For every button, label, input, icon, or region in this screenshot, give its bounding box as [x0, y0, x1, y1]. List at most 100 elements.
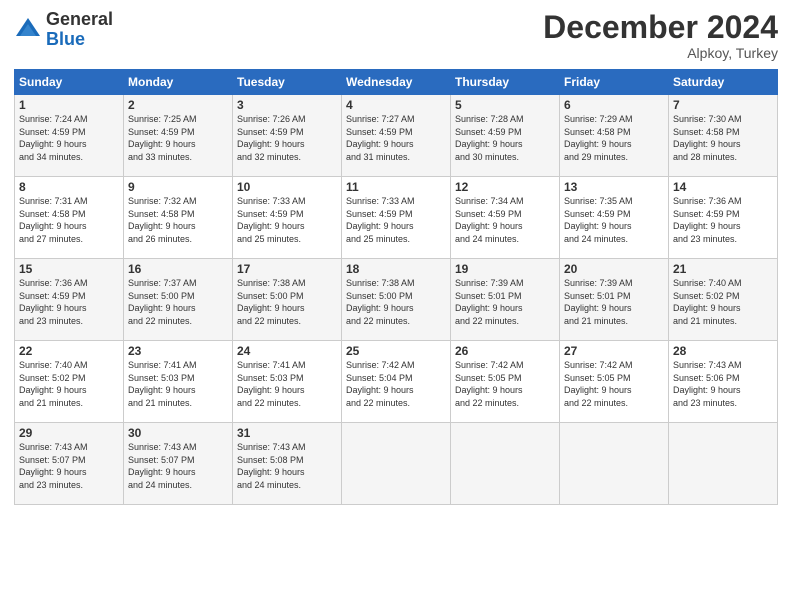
day-info: Sunrise: 7:41 AM Sunset: 5:03 PM Dayligh…: [128, 359, 228, 409]
calendar-cell: 23Sunrise: 7:41 AM Sunset: 5:03 PM Dayli…: [124, 341, 233, 423]
day-info: Sunrise: 7:25 AM Sunset: 4:59 PM Dayligh…: [128, 113, 228, 163]
day-info: Sunrise: 7:28 AM Sunset: 4:59 PM Dayligh…: [455, 113, 555, 163]
calendar-cell: 25Sunrise: 7:42 AM Sunset: 5:04 PM Dayli…: [342, 341, 451, 423]
calendar-body: 1Sunrise: 7:24 AM Sunset: 4:59 PM Daylig…: [15, 95, 778, 505]
day-info: Sunrise: 7:31 AM Sunset: 4:58 PM Dayligh…: [19, 195, 119, 245]
day-info: Sunrise: 7:37 AM Sunset: 5:00 PM Dayligh…: [128, 277, 228, 327]
day-info: Sunrise: 7:26 AM Sunset: 4:59 PM Dayligh…: [237, 113, 337, 163]
header: General Blue December 2024 Alpkoy, Turke…: [14, 10, 778, 61]
calendar-cell: 3Sunrise: 7:26 AM Sunset: 4:59 PM Daylig…: [233, 95, 342, 177]
calendar-header: Sunday Monday Tuesday Wednesday Thursday…: [15, 70, 778, 95]
day-number: 4: [346, 98, 446, 112]
calendar-cell: 9Sunrise: 7:32 AM Sunset: 4:58 PM Daylig…: [124, 177, 233, 259]
day-number: 29: [19, 426, 119, 440]
page: General Blue December 2024 Alpkoy, Turke…: [0, 0, 792, 612]
calendar-cell: [451, 423, 560, 505]
day-number: 17: [237, 262, 337, 276]
day-number: 5: [455, 98, 555, 112]
day-number: 11: [346, 180, 446, 194]
calendar-cell: 28Sunrise: 7:43 AM Sunset: 5:06 PM Dayli…: [669, 341, 778, 423]
day-info: Sunrise: 7:43 AM Sunset: 5:07 PM Dayligh…: [19, 441, 119, 491]
day-number: 19: [455, 262, 555, 276]
day-info: Sunrise: 7:42 AM Sunset: 5:05 PM Dayligh…: [564, 359, 664, 409]
day-info: Sunrise: 7:33 AM Sunset: 4:59 PM Dayligh…: [237, 195, 337, 245]
day-info: Sunrise: 7:32 AM Sunset: 4:58 PM Dayligh…: [128, 195, 228, 245]
calendar-week-2: 8Sunrise: 7:31 AM Sunset: 4:58 PM Daylig…: [15, 177, 778, 259]
day-number: 18: [346, 262, 446, 276]
calendar-cell: 18Sunrise: 7:38 AM Sunset: 5:00 PM Dayli…: [342, 259, 451, 341]
day-number: 13: [564, 180, 664, 194]
calendar-table: Sunday Monday Tuesday Wednesday Thursday…: [14, 69, 778, 505]
calendar-cell: 30Sunrise: 7:43 AM Sunset: 5:07 PM Dayli…: [124, 423, 233, 505]
calendar-week-3: 15Sunrise: 7:36 AM Sunset: 4:59 PM Dayli…: [15, 259, 778, 341]
calendar-cell: 6Sunrise: 7:29 AM Sunset: 4:58 PM Daylig…: [560, 95, 669, 177]
day-number: 26: [455, 344, 555, 358]
calendar-cell: 31Sunrise: 7:43 AM Sunset: 5:08 PM Dayli…: [233, 423, 342, 505]
day-info: Sunrise: 7:42 AM Sunset: 5:04 PM Dayligh…: [346, 359, 446, 409]
location-subtitle: Alpkoy, Turkey: [543, 45, 778, 61]
month-title: December 2024: [543, 10, 778, 45]
calendar-cell: [669, 423, 778, 505]
day-info: Sunrise: 7:39 AM Sunset: 5:01 PM Dayligh…: [564, 277, 664, 327]
day-info: Sunrise: 7:33 AM Sunset: 4:59 PM Dayligh…: [346, 195, 446, 245]
day-number: 15: [19, 262, 119, 276]
day-number: 24: [237, 344, 337, 358]
calendar-cell: 17Sunrise: 7:38 AM Sunset: 5:00 PM Dayli…: [233, 259, 342, 341]
calendar-cell: 12Sunrise: 7:34 AM Sunset: 4:59 PM Dayli…: [451, 177, 560, 259]
day-info: Sunrise: 7:29 AM Sunset: 4:58 PM Dayligh…: [564, 113, 664, 163]
calendar-cell: 14Sunrise: 7:36 AM Sunset: 4:59 PM Dayli…: [669, 177, 778, 259]
day-number: 12: [455, 180, 555, 194]
calendar-cell: 11Sunrise: 7:33 AM Sunset: 4:59 PM Dayli…: [342, 177, 451, 259]
day-number: 9: [128, 180, 228, 194]
calendar-week-4: 22Sunrise: 7:40 AM Sunset: 5:02 PM Dayli…: [15, 341, 778, 423]
day-info: Sunrise: 7:38 AM Sunset: 5:00 PM Dayligh…: [237, 277, 337, 327]
day-info: Sunrise: 7:27 AM Sunset: 4:59 PM Dayligh…: [346, 113, 446, 163]
day-info: Sunrise: 7:43 AM Sunset: 5:07 PM Dayligh…: [128, 441, 228, 491]
day-number: 3: [237, 98, 337, 112]
day-info: Sunrise: 7:35 AM Sunset: 4:59 PM Dayligh…: [564, 195, 664, 245]
logo-icon: [14, 16, 42, 44]
calendar-cell: 16Sunrise: 7:37 AM Sunset: 5:00 PM Dayli…: [124, 259, 233, 341]
col-saturday: Saturday: [669, 70, 778, 95]
calendar-cell: 24Sunrise: 7:41 AM Sunset: 5:03 PM Dayli…: [233, 341, 342, 423]
calendar-cell: 20Sunrise: 7:39 AM Sunset: 5:01 PM Dayli…: [560, 259, 669, 341]
day-info: Sunrise: 7:30 AM Sunset: 4:58 PM Dayligh…: [673, 113, 773, 163]
calendar-cell: 2Sunrise: 7:25 AM Sunset: 4:59 PM Daylig…: [124, 95, 233, 177]
day-info: Sunrise: 7:40 AM Sunset: 5:02 PM Dayligh…: [673, 277, 773, 327]
day-info: Sunrise: 7:40 AM Sunset: 5:02 PM Dayligh…: [19, 359, 119, 409]
day-number: 20: [564, 262, 664, 276]
day-number: 2: [128, 98, 228, 112]
calendar-cell: 26Sunrise: 7:42 AM Sunset: 5:05 PM Dayli…: [451, 341, 560, 423]
calendar-cell: 22Sunrise: 7:40 AM Sunset: 5:02 PM Dayli…: [15, 341, 124, 423]
calendar-cell: 8Sunrise: 7:31 AM Sunset: 4:58 PM Daylig…: [15, 177, 124, 259]
day-number: 30: [128, 426, 228, 440]
day-info: Sunrise: 7:39 AM Sunset: 5:01 PM Dayligh…: [455, 277, 555, 327]
day-number: 25: [346, 344, 446, 358]
day-info: Sunrise: 7:43 AM Sunset: 5:06 PM Dayligh…: [673, 359, 773, 409]
logo-blue: Blue: [46, 30, 113, 50]
calendar-week-1: 1Sunrise: 7:24 AM Sunset: 4:59 PM Daylig…: [15, 95, 778, 177]
col-wednesday: Wednesday: [342, 70, 451, 95]
calendar-cell: 15Sunrise: 7:36 AM Sunset: 4:59 PM Dayli…: [15, 259, 124, 341]
header-row: Sunday Monday Tuesday Wednesday Thursday…: [15, 70, 778, 95]
logo-text: General Blue: [46, 10, 113, 50]
day-info: Sunrise: 7:43 AM Sunset: 5:08 PM Dayligh…: [237, 441, 337, 491]
day-number: 6: [564, 98, 664, 112]
calendar-cell: 29Sunrise: 7:43 AM Sunset: 5:07 PM Dayli…: [15, 423, 124, 505]
calendar-cell: 7Sunrise: 7:30 AM Sunset: 4:58 PM Daylig…: [669, 95, 778, 177]
calendar-cell: 21Sunrise: 7:40 AM Sunset: 5:02 PM Dayli…: [669, 259, 778, 341]
calendar-cell: 10Sunrise: 7:33 AM Sunset: 4:59 PM Dayli…: [233, 177, 342, 259]
day-info: Sunrise: 7:24 AM Sunset: 4:59 PM Dayligh…: [19, 113, 119, 163]
day-info: Sunrise: 7:41 AM Sunset: 5:03 PM Dayligh…: [237, 359, 337, 409]
col-monday: Monday: [124, 70, 233, 95]
day-info: Sunrise: 7:38 AM Sunset: 5:00 PM Dayligh…: [346, 277, 446, 327]
day-number: 14: [673, 180, 773, 194]
day-info: Sunrise: 7:34 AM Sunset: 4:59 PM Dayligh…: [455, 195, 555, 245]
day-number: 10: [237, 180, 337, 194]
calendar-cell: 27Sunrise: 7:42 AM Sunset: 5:05 PM Dayli…: [560, 341, 669, 423]
logo: General Blue: [14, 10, 113, 50]
day-number: 8: [19, 180, 119, 194]
col-friday: Friday: [560, 70, 669, 95]
calendar-cell: 19Sunrise: 7:39 AM Sunset: 5:01 PM Dayli…: [451, 259, 560, 341]
day-number: 23: [128, 344, 228, 358]
